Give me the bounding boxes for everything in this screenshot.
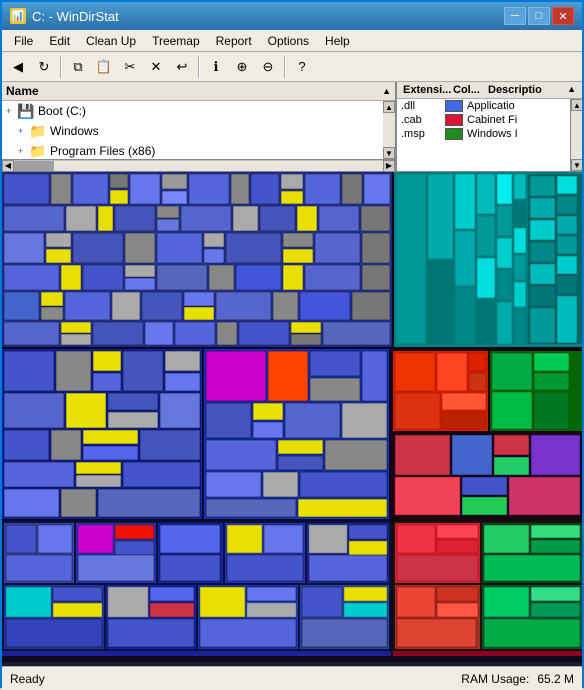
close-button[interactable]: ✕	[552, 7, 574, 25]
scroll-up-arrow[interactable]: ▲	[382, 86, 391, 96]
ext-row-dll[interactable]: .dll Applicatio	[397, 99, 570, 113]
minimize-button[interactable]: ─	[504, 7, 526, 25]
zoom-in-button[interactable]: ⊕	[230, 55, 254, 79]
back-button[interactable]: ◀	[6, 55, 30, 79]
menu-cleanup[interactable]: Clean Up	[78, 32, 144, 50]
menu-edit[interactable]: Edit	[41, 32, 78, 50]
ext-col-color: Col...	[451, 84, 486, 96]
ext-color-dll	[445, 100, 463, 112]
scroll-up[interactable]: ▲	[383, 101, 395, 113]
ext-color-cab	[445, 114, 463, 126]
hscroll-thumb[interactable]	[14, 161, 54, 171]
expand-icon: +	[6, 106, 18, 116]
ext-content: .dll Applicatio .cab Cabinet Fi .msp Win…	[397, 99, 582, 171]
toolbar: ◀ ↻ ⧉ 📋 ✂ ✕ ↩ ℹ ⊕ ⊖ ?	[2, 52, 582, 82]
ext-name-msp: .msp	[401, 128, 441, 140]
tree-item-programfiles[interactable]: + 📁 Program Files (x86)	[2, 141, 383, 159]
hscroll-track	[14, 161, 383, 171]
title-buttons: ─ □ ✕	[504, 7, 574, 25]
tree-item-label: Program Files (x86)	[50, 144, 155, 158]
ext-col-desc: Descriptio	[486, 84, 567, 96]
disk-icon: 💾	[18, 103, 34, 119]
main-content: Name ▲ + 💾 Boot (C:) + 📁 Windows	[2, 82, 582, 666]
file-tree-panel: Name ▲ + 💾 Boot (C:) + 📁 Windows	[2, 82, 397, 171]
menu-options[interactable]: Options	[260, 32, 317, 50]
tree-item-windows[interactable]: + 📁 Windows	[2, 121, 383, 141]
toolbar-separator-1	[60, 56, 62, 78]
scroll-down[interactable]: ▼	[383, 147, 395, 159]
horizontal-scrollbar: ◀ ▶	[2, 159, 395, 171]
toolbar-separator-2	[198, 56, 200, 78]
treemap-panel[interactable]	[2, 172, 582, 666]
file-tree-content: + 💾 Boot (C:) + 📁 Windows + 📁 Program Fi…	[2, 101, 395, 159]
restore-button[interactable]: □	[528, 7, 550, 25]
scroll-right[interactable]: ▶	[383, 160, 395, 172]
expand-icon: +	[18, 146, 30, 156]
tree-item-label: Boot (C:)	[38, 104, 86, 118]
menu-treemap[interactable]: Treemap	[144, 32, 208, 50]
ext-items: .dll Applicatio .cab Cabinet Fi .msp Win…	[397, 99, 570, 171]
treemap-svg	[2, 172, 582, 666]
zoom-out-button[interactable]: ⊖	[256, 55, 280, 79]
delete-button[interactable]: ✕	[144, 55, 168, 79]
file-tree-scrollbar: ▲ ▼	[383, 101, 395, 159]
scroll-left[interactable]: ◀	[2, 160, 14, 172]
folder-icon: 📁	[30, 123, 46, 139]
refresh-button[interactable]: ↻	[32, 55, 56, 79]
ext-col-ext: Extensi...	[401, 84, 451, 96]
help-button[interactable]: ?	[290, 55, 314, 79]
status-bar: Ready RAM Usage: 65.2 M	[2, 666, 582, 690]
cut-button[interactable]: ✂	[118, 55, 142, 79]
status-text: Ready	[10, 672, 45, 686]
menu-report[interactable]: Report	[208, 32, 260, 50]
app-icon: 📊	[10, 8, 26, 24]
ext-scroll-track	[571, 111, 582, 159]
file-tree-header: Name ▲	[2, 82, 395, 101]
tree-item-label: Windows	[50, 124, 99, 138]
tree-item-boot[interactable]: + 💾 Boot (C:)	[2, 101, 383, 121]
ram-label: RAM Usage:	[461, 672, 529, 686]
ext-name-dll: .dll	[401, 100, 441, 112]
ext-header: Extensi... Col... Descriptio ▲	[397, 82, 582, 99]
title-text: C: - WinDirStat	[32, 9, 119, 24]
properties-button[interactable]: ℹ	[204, 55, 228, 79]
copy-button[interactable]: ⧉	[66, 55, 90, 79]
file-tree-items: + 💾 Boot (C:) + 📁 Windows + 📁 Program Fi…	[2, 101, 383, 159]
ext-scroll-down-btn[interactable]: ▼	[571, 159, 582, 171]
extensions-panel: Extensi... Col... Descriptio ▲ .dll Appl…	[397, 82, 582, 171]
title-bar: 📊 C: - WinDirStat ─ □ ✕	[2, 2, 582, 30]
ext-row-cab[interactable]: .cab Cabinet Fi	[397, 113, 570, 127]
ext-name-cab: .cab	[401, 114, 441, 126]
ext-desc-cab: Cabinet Fi	[467, 114, 517, 126]
ext-scrollbar: ▲ ▼	[570, 99, 582, 171]
ext-row-msp[interactable]: .msp Windows I	[397, 127, 570, 141]
menu-bar: File Edit Clean Up Treemap Report Option…	[2, 30, 582, 52]
toolbar-separator-3	[284, 56, 286, 78]
ext-desc-dll: Applicatio	[467, 100, 515, 112]
ext-scroll-up-btn[interactable]: ▲	[571, 99, 582, 111]
ext-scroll-up[interactable]: ▲	[567, 84, 578, 96]
folder-icon: 📁	[30, 143, 46, 159]
top-panels: Name ▲ + 💾 Boot (C:) + 📁 Windows	[2, 82, 582, 172]
name-column-header: Name	[6, 84, 39, 98]
ext-desc-msp: Windows I	[467, 128, 518, 140]
expand-icon: +	[18, 126, 30, 136]
menu-help[interactable]: Help	[317, 32, 358, 50]
paste-button[interactable]: 📋	[92, 55, 116, 79]
undo-button[interactable]: ↩	[170, 55, 194, 79]
ram-value: 65.2 M	[537, 672, 574, 686]
ram-usage-section: RAM Usage: 65.2 M	[461, 672, 574, 686]
menu-file[interactable]: File	[6, 32, 41, 50]
ext-color-msp	[445, 128, 463, 140]
scroll-track	[383, 113, 395, 147]
